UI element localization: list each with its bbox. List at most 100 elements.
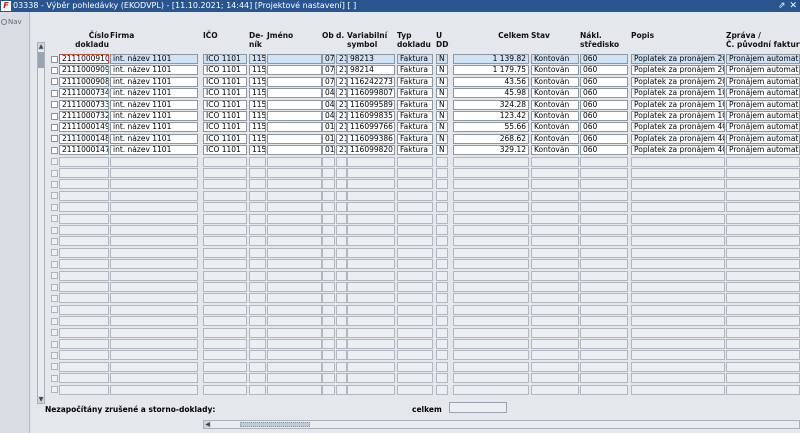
- row-select-checkbox[interactable]: [51, 294, 58, 302]
- cell-udd[interactable]: [436, 190, 448, 201]
- cell-celkem[interactable]: [453, 293, 529, 304]
- cell-cislo[interactable]: 2111000909: [59, 65, 109, 76]
- cell-zprava[interactable]: [726, 247, 800, 258]
- column-header-ico[interactable]: IČO: [203, 31, 218, 40]
- cell-vs[interactable]: [347, 270, 395, 281]
- row-select-checkbox[interactable]: [51, 146, 58, 154]
- cell-jmeno[interactable]: [267, 247, 322, 258]
- cell-popis[interactable]: Poplatek za pronájem 4Q/2020: [631, 133, 725, 144]
- cell-celkem[interactable]: [453, 316, 529, 327]
- cell-vs[interactable]: [347, 350, 395, 361]
- cell-ob[interactable]: 07: [322, 65, 335, 76]
- cell-stav[interactable]: [531, 361, 579, 372]
- cell-denik[interactable]: [249, 247, 266, 258]
- cell-vs[interactable]: [347, 282, 395, 292]
- scroll-up-icon[interactable]: ▲: [38, 43, 44, 50]
- row-select-checkbox[interactable]: [51, 180, 58, 188]
- cell-typ[interactable]: [397, 270, 433, 281]
- cell-typ[interactable]: [397, 247, 433, 258]
- cell-firma[interactable]: [110, 384, 198, 395]
- cell-d[interactable]: [336, 373, 347, 384]
- cell-cislo[interactable]: [59, 247, 109, 258]
- cell-denik[interactable]: [249, 339, 266, 349]
- cell-celkem[interactable]: [453, 190, 529, 201]
- cell-ico[interactable]: [203, 327, 247, 338]
- cell-denik[interactable]: 115: [249, 76, 266, 87]
- cell-ob[interactable]: [322, 202, 335, 213]
- cell-cislo[interactable]: [59, 361, 109, 372]
- cell-denik[interactable]: [249, 384, 266, 395]
- cell-vs[interactable]: [347, 327, 395, 338]
- cell-ob[interactable]: [322, 236, 335, 247]
- column-header-udd[interactable]: U DD: [436, 31, 448, 49]
- row-select-checkbox[interactable]: [51, 101, 58, 109]
- cell-d[interactable]: [336, 168, 347, 178]
- cell-ico[interactable]: [203, 293, 247, 304]
- cell-jmeno[interactable]: [267, 259, 322, 270]
- cell-denik[interactable]: [249, 179, 266, 190]
- cell-popis[interactable]: [631, 168, 725, 178]
- cell-ico[interactable]: [203, 384, 247, 395]
- cell-popis[interactable]: [631, 190, 725, 201]
- cell-zprava[interactable]: [726, 316, 800, 327]
- cell-celkem[interactable]: [453, 361, 529, 372]
- restore-icon[interactable]: ⇗: [778, 0, 786, 12]
- cell-popis[interactable]: [631, 304, 725, 315]
- cell-jmeno[interactable]: [267, 304, 322, 315]
- column-header-d[interactable]: d.: [336, 31, 344, 40]
- cell-udd[interactable]: [436, 304, 448, 315]
- cell-firma[interactable]: [110, 350, 198, 361]
- column-header-typ[interactable]: Typ dokladu: [397, 31, 431, 49]
- cell-popis[interactable]: [631, 213, 725, 224]
- cell-d[interactable]: [336, 339, 347, 349]
- cell-popis[interactable]: [631, 282, 725, 292]
- cell-zprava[interactable]: [726, 327, 800, 338]
- cell-nakl[interactable]: 060: [580, 145, 628, 156]
- cell-stav[interactable]: Kontován: [531, 122, 579, 133]
- cell-popis[interactable]: Poplatek za pronájem 1Q/2021: [631, 111, 725, 121]
- cell-ob[interactable]: [322, 259, 335, 270]
- cell-d[interactable]: [336, 316, 347, 327]
- cell-nakl[interactable]: 060: [580, 111, 628, 121]
- cell-zprava[interactable]: [726, 202, 800, 213]
- cell-cislo[interactable]: [59, 213, 109, 224]
- cell-cislo[interactable]: [59, 293, 109, 304]
- cell-vs[interactable]: [347, 236, 395, 247]
- cell-udd[interactable]: N: [436, 99, 448, 110]
- cell-ob[interactable]: 01: [322, 145, 335, 156]
- cell-celkem[interactable]: [453, 247, 529, 258]
- cell-cislo[interactable]: 2111000147: [59, 145, 109, 156]
- cell-typ[interactable]: [397, 225, 433, 235]
- cell-ico[interactable]: [203, 190, 247, 201]
- cell-ob[interactable]: 04: [322, 88, 335, 99]
- cell-denik[interactable]: 115: [249, 133, 266, 144]
- cell-cislo[interactable]: [59, 190, 109, 201]
- cell-ob[interactable]: 07: [322, 54, 335, 64]
- cell-d[interactable]: [336, 304, 347, 315]
- cell-stav[interactable]: [531, 202, 579, 213]
- cell-d[interactable]: [336, 270, 347, 281]
- cell-stav[interactable]: [531, 373, 579, 384]
- cell-denik[interactable]: [249, 156, 266, 167]
- nav-button[interactable]: Nav: [1, 18, 22, 26]
- row-select-checkbox[interactable]: [51, 272, 58, 280]
- row-select-checkbox[interactable]: [51, 89, 58, 97]
- cell-typ[interactable]: [397, 259, 433, 270]
- cell-jmeno[interactable]: [267, 99, 322, 110]
- cell-celkem[interactable]: [453, 384, 529, 395]
- cell-popis[interactable]: [631, 270, 725, 281]
- cell-nakl[interactable]: [580, 190, 628, 201]
- cell-d[interactable]: [336, 156, 347, 167]
- cell-nakl[interactable]: [580, 168, 628, 178]
- cell-denik[interactable]: [249, 304, 266, 315]
- horizontal-scrollbar[interactable]: ◀: [203, 420, 800, 429]
- cell-ob[interactable]: [322, 316, 335, 327]
- cell-firma[interactable]: [110, 225, 198, 235]
- column-header-ob[interactable]: Ob: [322, 31, 334, 40]
- row-select-checkbox[interactable]: [51, 363, 58, 371]
- cell-ob[interactable]: [322, 384, 335, 395]
- cell-zprava[interactable]: Pronájem automatu dle: [726, 145, 800, 156]
- cell-ob[interactable]: [322, 304, 335, 315]
- cell-d[interactable]: [336, 293, 347, 304]
- cell-ico[interactable]: IČO 1101: [203, 65, 247, 76]
